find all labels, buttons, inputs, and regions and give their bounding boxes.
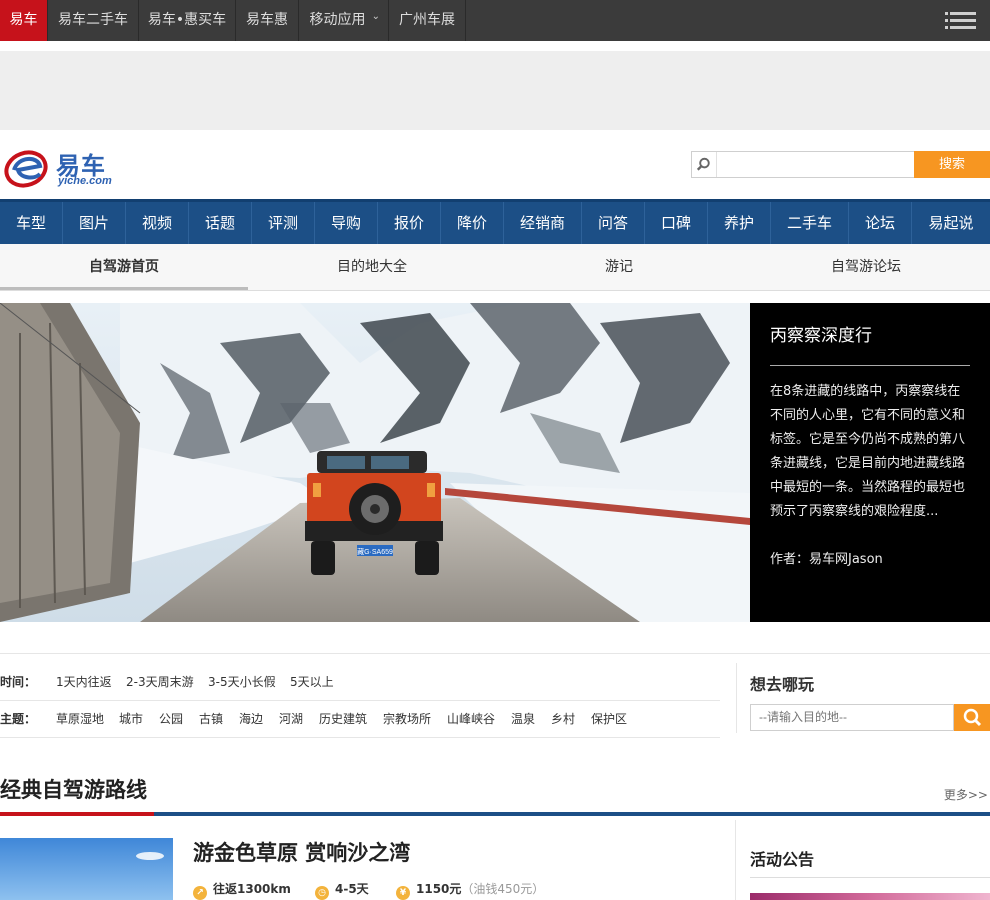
filter-option[interactable]: 草原湿地 xyxy=(56,701,104,738)
filter-row-time: 时间： 1天内往返 2-3天周末游 3-5天小长假 5天以上 xyxy=(0,664,720,701)
topbar-item-used-car[interactable]: 易车二手车 xyxy=(48,0,139,41)
notice-title: 活动公告 xyxy=(750,850,815,869)
filter-option[interactable]: 2-3天周末游 xyxy=(126,664,194,701)
hero-description: 在8条进藏的线路中，丙察察线在不同的人心里，它有不同的意义和标签。它是至今仍尚不… xyxy=(770,384,966,519)
nav-item-buying-guide[interactable]: 导购 xyxy=(315,202,378,244)
filter-label-time: 时间： xyxy=(0,675,37,689)
route-image[interactable] xyxy=(0,838,173,900)
hero-illustration: 藏G·SA659 xyxy=(0,303,750,622)
hero-title[interactable]: 丙察察深度行 xyxy=(770,321,970,366)
nav-item-prices[interactable]: 报价 xyxy=(378,202,441,244)
topbar-item-huimaiche[interactable]: 易车•惠买车 xyxy=(139,0,236,41)
license-plate: 藏G·SA659 xyxy=(357,547,393,556)
filter-option[interactable]: 公园 xyxy=(159,701,183,738)
filter-row-theme: 主题： 草原湿地 城市 公园 古镇 海边 河湖 历史建筑 宗教场所 山峰峡谷 温… xyxy=(0,701,720,738)
filter-label-theme: 主题： xyxy=(0,712,37,726)
hero-image[interactable]: 藏G·SA659 xyxy=(0,303,750,622)
logo[interactable]: 易车 yiche.com xyxy=(4,146,114,190)
tab-self-drive-home[interactable]: 自驾游首页 xyxy=(0,244,248,290)
nav-item-word-of-mouth[interactable]: 口碑 xyxy=(645,202,708,244)
filter-option[interactable]: 温泉 xyxy=(511,701,535,738)
filter-option[interactable]: 历史建筑 xyxy=(319,701,367,738)
main-nav: 车型 图片 视频 话题 评测 导购 报价 降价 经销商 问答 口碑 养护 二手车… xyxy=(0,199,990,244)
nav-item-videos[interactable]: 视频 xyxy=(126,202,189,244)
filter-option[interactable]: 山峰峡谷 xyxy=(447,701,495,738)
distance-icon: ↗ xyxy=(193,886,207,900)
nav-item-dealers[interactable]: 经销商 xyxy=(504,202,582,244)
filter-option[interactable]: 保护区 xyxy=(591,701,627,738)
nav-item-models[interactable]: 车型 xyxy=(0,202,63,244)
route-thumbnail xyxy=(0,838,173,900)
destination-input[interactable] xyxy=(751,705,951,729)
route-duration: ◷ 4-5天 xyxy=(315,879,369,900)
hero-author: 作者：易车网Jason xyxy=(770,552,883,567)
topbar-item-guangzhou-auto-show[interactable]: 广州车展 xyxy=(389,0,466,41)
tab-travelogues[interactable]: 游记 xyxy=(495,244,743,290)
topbar-item-mobile-app[interactable]: 移动应用 ⌄ xyxy=(299,0,389,41)
topbar-item-yiche[interactable]: 易车 xyxy=(0,0,48,41)
route-cost: ¥1150元（油钱450元） xyxy=(396,879,544,900)
notice-divider xyxy=(750,877,990,878)
filter-option[interactable]: 宗教场所 xyxy=(383,701,431,738)
destination-input-box xyxy=(750,704,954,731)
chevron-down-icon: ⌄ xyxy=(371,11,380,22)
side-divider xyxy=(735,820,736,900)
nav-item-used-cars[interactable]: 二手车 xyxy=(771,202,849,244)
route-title[interactable]: 游金色草原 赏响沙之湾 xyxy=(193,837,410,867)
topbar-item-yichehui[interactable]: 易车惠 xyxy=(236,0,299,41)
filter-option[interactable]: 3-5天小长假 xyxy=(208,664,276,701)
site-search: 搜索 xyxy=(691,151,990,178)
search-input[interactable] xyxy=(718,154,908,174)
ad-banner xyxy=(0,51,990,130)
nav-item-price-cuts[interactable]: 降价 xyxy=(441,202,504,244)
search-icon xyxy=(696,152,717,177)
nav-item-yiqishuo[interactable]: 易起说 xyxy=(912,202,990,244)
destination-search-title: 想去哪玩 xyxy=(750,675,815,694)
tab-destinations[interactable]: 目的地大全 xyxy=(248,244,496,290)
destination-search: 想去哪玩 xyxy=(736,663,990,733)
hero-caption-panel[interactable]: 丙察察深度行 在8条进藏的线路中，丙察察线在不同的人心里，它有不同的意义和标签。… xyxy=(750,303,990,622)
top-bar: 易车 易车二手车 易车•惠买车 易车惠 移动应用 ⌄ 广州车展 xyxy=(0,0,990,41)
filter-option[interactable]: 城市 xyxy=(119,701,143,738)
nav-item-reviews[interactable]: 评测 xyxy=(252,202,315,244)
nav-item-maintenance[interactable]: 养护 xyxy=(708,202,771,244)
notice-image[interactable] xyxy=(750,893,990,900)
section-title-routes: 经典自驾游路线 xyxy=(0,778,147,802)
topbar-item-mobile-app-label: 移动应用 xyxy=(309,12,366,28)
nav-item-topics[interactable]: 话题 xyxy=(189,202,252,244)
menu-icon[interactable] xyxy=(945,12,976,30)
sub-nav: 自驾游首页 目的地大全 游记 自驾游论坛 xyxy=(0,244,990,291)
destination-search-button[interactable] xyxy=(954,704,990,731)
nav-item-qa[interactable]: 问答 xyxy=(582,202,645,244)
route-distance: ↗ 往返1300km xyxy=(193,879,291,900)
search-box xyxy=(691,151,915,178)
logo-subtext: yiche.com xyxy=(58,175,112,187)
tab-self-drive-forum[interactable]: 自驾游论坛 xyxy=(742,244,990,290)
filter-option[interactable]: 海边 xyxy=(239,701,263,738)
filter-option[interactable]: 古镇 xyxy=(199,701,223,738)
nav-item-photos[interactable]: 图片 xyxy=(63,202,126,244)
search-icon xyxy=(963,708,982,727)
filter-option[interactable]: 5天以上 xyxy=(290,664,334,701)
filter-option[interactable]: 河湖 xyxy=(279,701,303,738)
yiche-logo-icon xyxy=(4,150,48,188)
section-divider xyxy=(0,812,990,816)
yuan-icon: ¥ xyxy=(396,886,410,900)
search-button[interactable]: 搜索 xyxy=(914,151,990,178)
clock-icon: ◷ xyxy=(315,886,329,900)
more-link[interactable]: 更多>> xyxy=(944,786,988,803)
filter-option[interactable]: 1天内往返 xyxy=(56,664,112,701)
nav-item-forum[interactable]: 论坛 xyxy=(849,202,912,244)
route-meta: ↗ 往返1300km ◷ 4-5天 ¥1150元（油钱450元） xyxy=(193,879,733,900)
filter-option[interactable]: 乡村 xyxy=(551,701,575,738)
